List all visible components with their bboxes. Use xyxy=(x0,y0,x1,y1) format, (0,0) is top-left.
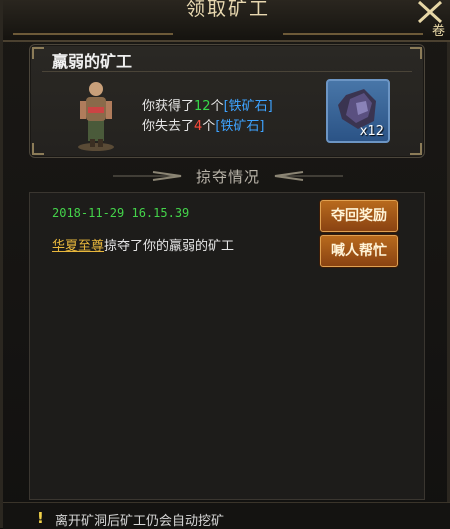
recover-reward-button[interactable]: 夺回奖励 xyxy=(320,200,398,232)
miner-name: 羸弱的矿工 xyxy=(52,52,133,71)
log-action: 掠夺了你的 xyxy=(104,239,170,254)
title-underline xyxy=(42,71,412,72)
close-button[interactable]: 卷 xyxy=(407,0,450,40)
section-title: 掠夺情况 xyxy=(195,168,260,186)
gain-prefix: 你获得了 xyxy=(142,99,195,114)
reward-quantity: x12 xyxy=(359,124,384,139)
close-label: 卷 xyxy=(431,24,445,39)
title-divider-right xyxy=(283,33,423,35)
corner-ornament xyxy=(410,47,422,59)
footer-tip: 离开矿洞后矿工仍会自动挖矿 xyxy=(55,514,225,529)
reward-item-slot[interactable]: x12 xyxy=(326,79,390,143)
warning-icon: ! xyxy=(37,509,44,527)
log-timestamp: 2018-11-29 16.15.39 xyxy=(52,206,190,220)
loss-unit: 个 xyxy=(202,119,216,134)
gain-count: 12 xyxy=(194,99,211,114)
player-link[interactable]: 华夏至尊 xyxy=(52,239,104,254)
loss-item: [铁矿石] xyxy=(215,119,265,134)
log-message: 华夏至尊掠夺了你的羸弱的矿工 xyxy=(52,235,234,254)
plunder-log-panel: 2018-11-29 16.15.39 华夏至尊掠夺了你的羸弱的矿工 夺回奖励 … xyxy=(29,192,425,500)
loss-prefix: 你失去了 xyxy=(142,119,195,134)
window-title: 领取矿工 xyxy=(185,0,270,20)
miner-summary-panel: 羸弱的矿工 你获得了12个[铁矿石] 你失去了4个[铁矿石] x12 xyxy=(29,44,425,158)
corner-ornament xyxy=(32,47,44,59)
miner-portrait-icon xyxy=(78,82,114,151)
call-for-help-button[interactable]: 喊人帮忙 xyxy=(320,235,398,267)
gain-item: [铁矿石] xyxy=(223,99,273,114)
footer-tip-bar: ! 离开矿洞后矿工仍会自动挖矿 xyxy=(3,502,450,529)
gain-text: 你获得了12个[铁矿石] xyxy=(142,95,273,114)
plunder-section-header: 掠夺情况 xyxy=(3,164,450,188)
window-frame: 领取矿工 卷 羸弱的矿工 你获得了12个[铁矿石] 你失去了4个[铁矿石] x1… xyxy=(0,0,450,529)
loss-text: 你失去了4个[铁矿石] xyxy=(142,115,264,134)
log-target: 羸弱的矿工 xyxy=(169,239,235,254)
title-bar: 领取矿工 卷 xyxy=(3,0,450,42)
corner-ornament xyxy=(32,143,44,155)
gain-unit: 个 xyxy=(210,99,224,114)
corner-ornament xyxy=(410,143,422,155)
title-divider-left xyxy=(13,33,173,35)
